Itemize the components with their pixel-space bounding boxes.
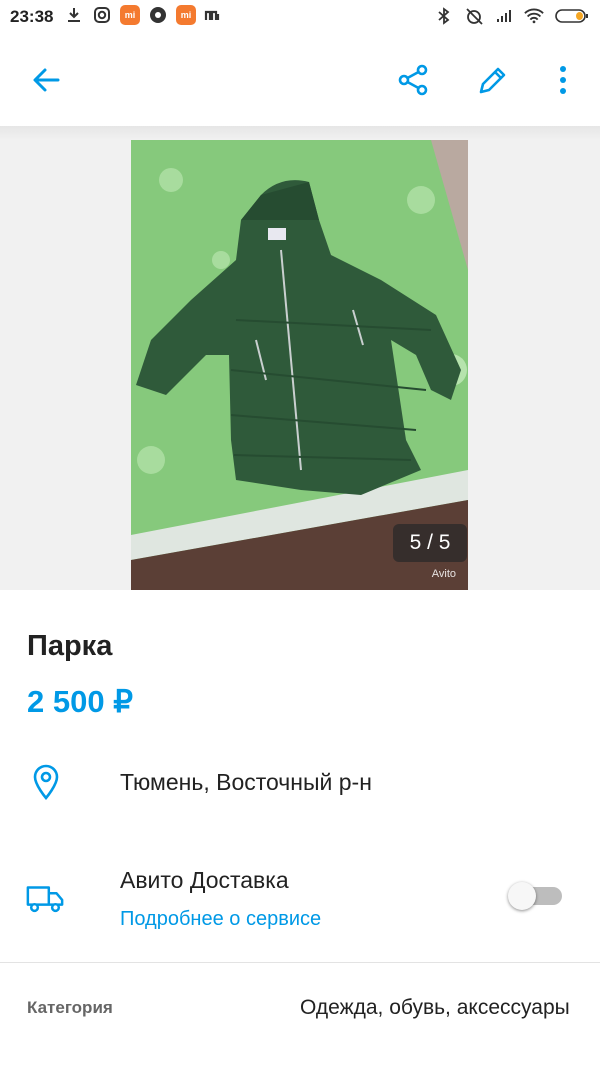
toolbar-shadow (0, 126, 600, 140)
edit-button[interactable] (473, 60, 513, 100)
photo-counter: 5 / 5 (393, 524, 467, 562)
mi-icon (204, 5, 224, 25)
top-toolbar (0, 34, 600, 126)
wifi-icon (524, 6, 544, 26)
category-label: Категория (27, 998, 113, 1017)
listing-price: 2 500 ₽ (27, 684, 133, 719)
more-button[interactable] (543, 60, 583, 100)
alarm-off-icon (464, 6, 484, 26)
delivery-more-link[interactable]: Подробнее о сервисе (120, 908, 321, 931)
status-system-icons (434, 6, 590, 26)
download-icon (64, 5, 84, 25)
instagram-icon (92, 5, 112, 25)
share-button[interactable] (393, 60, 433, 100)
pencil-icon (479, 67, 506, 94)
listing-photo[interactable]: 5 / 5 Avito (131, 140, 468, 590)
photo-gallery[interactable]: 5 / 5 Avito (0, 140, 600, 590)
delivery-title: Авито Доставка (120, 867, 289, 893)
battery-icon (554, 6, 590, 26)
mi-app-icon: mi (120, 5, 140, 25)
location-text[interactable]: Тюмень, Восточный р-н (120, 769, 372, 796)
delivery-toggle[interactable] (508, 882, 562, 910)
listing-title: Парка (27, 630, 113, 662)
avito-watermark: Avito (431, 568, 456, 580)
category-value: Одежда, обувь, аксессуары (300, 996, 570, 1019)
back-button[interactable] (26, 60, 66, 100)
truck-icon (25, 878, 65, 918)
arrow-left-icon (33, 68, 60, 92)
vpn-icon (148, 5, 168, 25)
share-icon (398, 64, 428, 96)
mi-app-icon: mi (176, 5, 196, 25)
signal-icon (494, 6, 514, 26)
toggle-thumb (508, 882, 536, 910)
status-time: 23:38 (10, 7, 54, 26)
status-notification-icons: mi mi (64, 5, 224, 25)
status-bar: 23:38 mi mi (0, 0, 600, 34)
location-pin-icon (26, 762, 66, 802)
more-vertical-icon (560, 66, 566, 94)
section-divider (0, 962, 600, 963)
bluetooth-icon (434, 6, 454, 26)
